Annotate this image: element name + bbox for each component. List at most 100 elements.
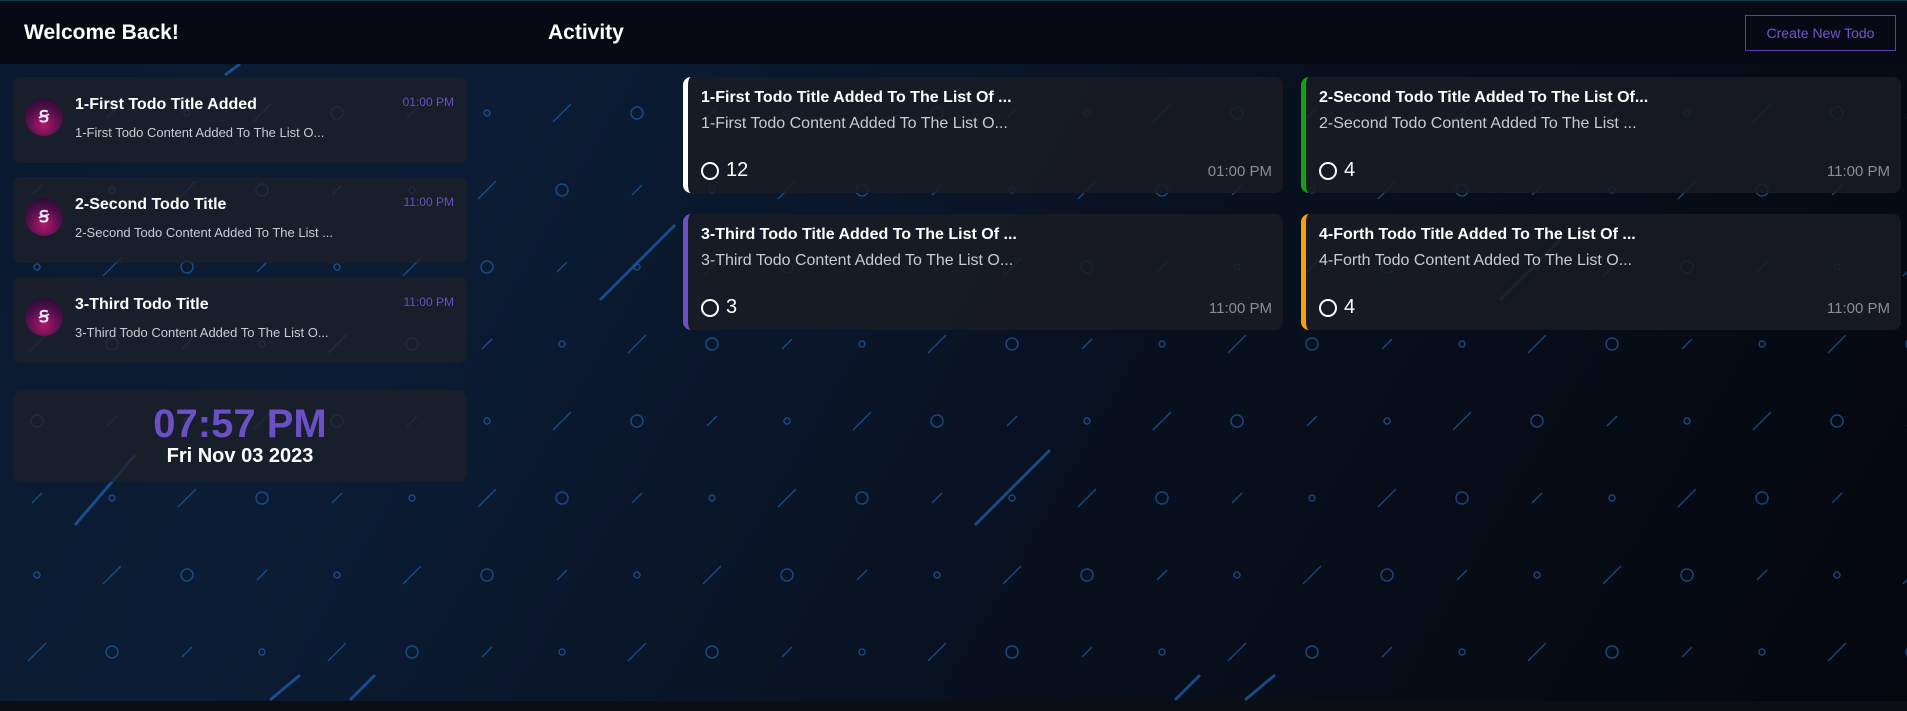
pattern-slash	[777, 488, 797, 508]
count-value: 4	[1344, 296, 1356, 318]
pattern-slash	[1377, 488, 1397, 508]
pattern-slash	[1527, 642, 1547, 662]
pattern-circle	[630, 106, 644, 120]
pattern-circle	[1608, 494, 1616, 502]
card-content: 3-Third Todo Content Added To The List O…	[701, 252, 1014, 269]
card-time: 11:00 PM	[1826, 163, 1890, 180]
pattern-slash	[477, 488, 497, 508]
list-item[interactable]: Ꞩ 3-Third Todo Title 3-Third Todo Conten…	[13, 277, 467, 363]
todo-content: 1-First Todo Content Added To The List O…	[75, 125, 325, 140]
list-item[interactable]: Ꞩ 2-Second Todo Title 2-Second Todo Cont…	[13, 177, 467, 263]
recent-todo-list: Ꞩ 1-First Todo Title Added 1-First Todo …	[13, 77, 467, 377]
todo-time: 11:00 PM	[403, 295, 454, 309]
circle-icon	[701, 298, 719, 317]
pattern-circle	[480, 260, 494, 274]
pattern-streak	[973, 448, 1052, 527]
circle-icon	[1319, 298, 1337, 317]
todo-title: 1-First Todo Title Added	[75, 96, 257, 113]
todo-content: 3-Third Todo Content Added To The List O…	[75, 325, 329, 340]
todo-card[interactable]: 2-Second Todo Title Added To The List Of…	[1301, 77, 1901, 193]
pattern-slash	[631, 184, 643, 196]
pattern-slash	[1381, 338, 1393, 350]
clock-widget: 07:57 PM Fri Nov 03 2023	[13, 390, 467, 482]
count-value: 12	[726, 159, 749, 181]
pattern-slash	[1527, 334, 1547, 354]
pattern-circle	[930, 414, 944, 428]
todo-card[interactable]: 3-Third Todo Title Added To The List Of …	[683, 214, 1283, 330]
pattern-slash	[1456, 569, 1468, 581]
todo-card[interactable]: 4-Forth Todo Title Added To The List Of …	[1301, 214, 1901, 330]
pattern-circle	[1080, 568, 1094, 582]
pattern-circle	[255, 491, 269, 505]
pattern-circle	[855, 491, 869, 505]
pattern-circle	[705, 645, 719, 659]
todo-card[interactable]: 1-First Todo Title Added To The List Of …	[683, 77, 1283, 193]
card-title: 3-Third Todo Title Added To The List Of …	[701, 226, 1017, 243]
pattern-slash	[27, 642, 47, 662]
pattern-slash	[1681, 338, 1693, 350]
count-value: 3	[726, 296, 738, 318]
pattern-circle	[1158, 340, 1166, 348]
pattern-slash	[627, 642, 647, 662]
pattern-circle	[1533, 571, 1541, 579]
pattern-circle	[1308, 494, 1316, 502]
pattern-circle	[1605, 337, 1619, 351]
pattern-streak	[598, 223, 677, 302]
pattern-slash	[402, 565, 422, 585]
pattern-circle	[1380, 568, 1394, 582]
pattern-circle	[858, 340, 866, 348]
pattern-slash	[31, 492, 43, 504]
logo-icon: Ꞩ	[38, 109, 50, 126]
pattern-circle	[1005, 337, 1019, 351]
pattern-slash	[781, 338, 793, 350]
pattern-circle	[555, 491, 569, 505]
pattern-circle	[1458, 648, 1466, 656]
create-new-todo-button[interactable]: Create New Todo	[1745, 15, 1896, 51]
pattern-slash	[481, 338, 493, 350]
avatar: Ꞩ	[25, 298, 63, 336]
pattern-slash	[177, 488, 197, 508]
pattern-slash	[552, 411, 572, 431]
pattern-slash	[556, 261, 568, 273]
card-title: 1-First Todo Title Added To The List Of …	[701, 89, 1012, 106]
logo-icon: Ꞩ	[38, 209, 50, 226]
pattern-slash	[552, 103, 572, 123]
bottom-strip	[0, 701, 1907, 711]
pattern-slash	[1302, 565, 1322, 585]
pattern-circle	[33, 571, 41, 579]
pattern-slash	[1756, 569, 1768, 581]
pattern-slash	[1902, 270, 1907, 277]
pattern-circle	[558, 648, 566, 656]
pattern-circle	[708, 494, 716, 502]
pattern-slash	[327, 642, 347, 662]
pattern-slash	[102, 565, 122, 585]
pattern-circle	[780, 568, 794, 582]
pattern-slash	[931, 492, 943, 504]
pattern-circle	[858, 648, 866, 656]
pattern-slash	[1752, 411, 1772, 431]
pattern-circle	[558, 340, 566, 348]
pattern-circle	[1383, 417, 1391, 425]
pattern-slash	[1156, 569, 1168, 581]
pattern-slash	[1831, 492, 1843, 504]
pattern-slash	[856, 569, 868, 581]
card-count: 4	[1319, 159, 1355, 182]
pattern-circle	[1305, 337, 1319, 351]
pattern-circle	[1605, 645, 1619, 659]
list-item[interactable]: Ꞩ 1-First Todo Title Added 1-First Todo …	[13, 77, 467, 163]
pattern-streak	[269, 673, 301, 702]
activity-heading: Activity	[548, 21, 624, 44]
pattern-circle	[483, 417, 491, 425]
todo-title: 3-Third Todo Title	[75, 296, 209, 313]
card-content: 2-Second Todo Content Added To The List …	[1319, 115, 1637, 132]
circle-icon	[1319, 161, 1337, 180]
todo-title: 2-Second Todo Title	[75, 196, 227, 213]
pattern-slash	[1606, 415, 1618, 427]
pattern-slash	[1227, 642, 1247, 662]
pattern-circle	[1083, 417, 1091, 425]
todo-content: 2-Second Todo Content Added To The List …	[75, 225, 334, 240]
pattern-circle	[1230, 414, 1244, 428]
welcome-heading: Welcome Back!	[24, 21, 179, 44]
pattern-circle	[480, 568, 494, 582]
pattern-slash	[1531, 492, 1543, 504]
